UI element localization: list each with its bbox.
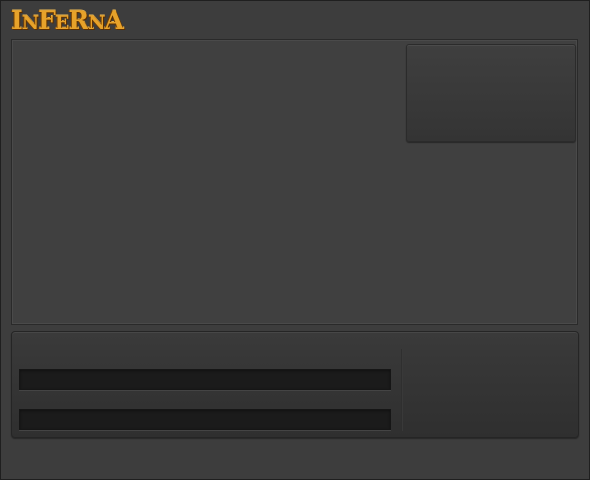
logo-letter: A [104,6,123,35]
logo-letter: R [68,6,89,35]
logo-letter: N [21,12,39,34]
logo-letter: F [38,6,56,35]
chat-divider [401,349,403,431]
chat-side-panel[interactable] [404,349,574,433]
chat-input-secondary[interactable] [19,409,391,430]
logo-letter: N [88,12,105,34]
inferna-logo: INFERNA [11,6,124,40]
logo-letter: E [54,12,70,34]
logo-letter: I [11,6,23,35]
minimap-panel[interactable] [406,44,576,142]
chat-input-primary[interactable] [19,369,391,390]
